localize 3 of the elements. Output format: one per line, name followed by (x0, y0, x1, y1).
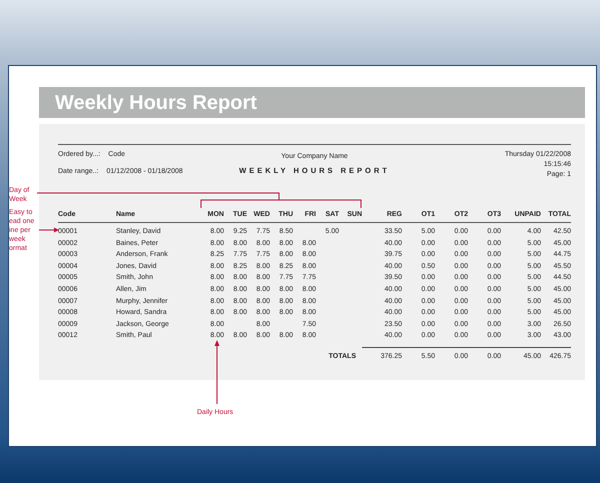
pointer-arrow (214, 340, 220, 404)
pointer-arrow (38, 228, 59, 232)
report-title-bar: Weekly Hours Report (39, 87, 585, 118)
